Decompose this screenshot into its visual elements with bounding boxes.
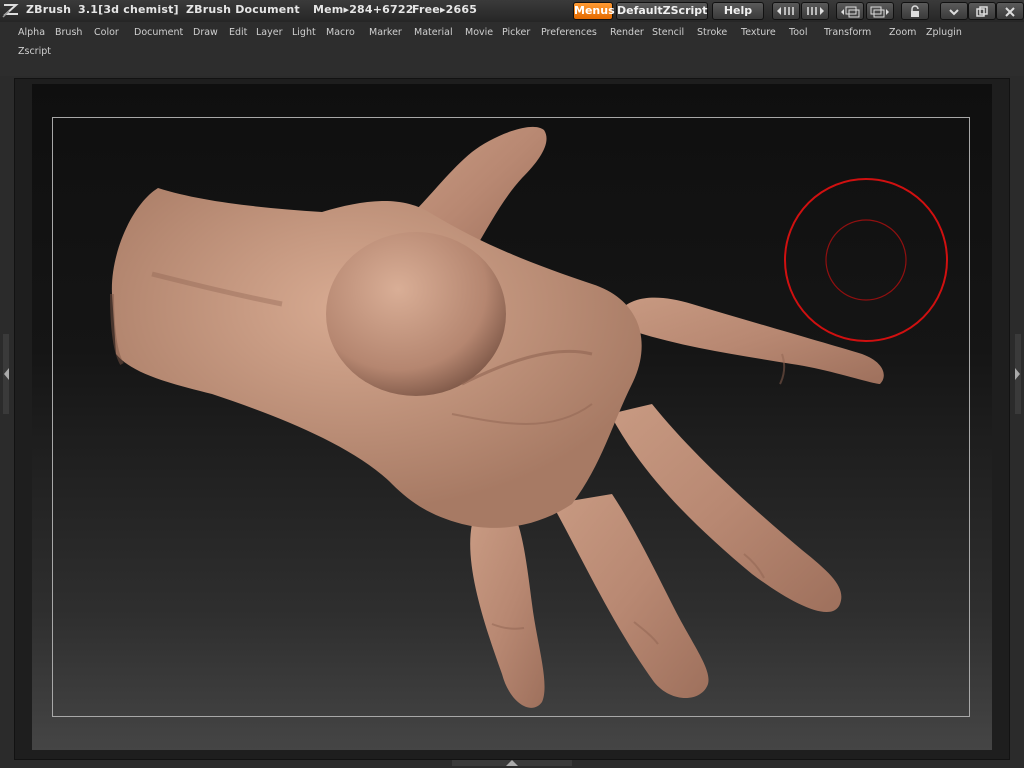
menu-texture[interactable]: Texture (741, 27, 776, 38)
scroll-left-icon[interactable] (772, 2, 800, 20)
free-memory-readout: Free▸2665 (412, 3, 478, 16)
menu-color[interactable]: Color (94, 27, 119, 38)
menu-zplugin[interactable]: Zplugin (926, 27, 962, 38)
menu-zoom[interactable]: Zoom (889, 27, 916, 38)
menu-movie[interactable]: Movie (465, 27, 493, 38)
menu-transform[interactable]: Transform (824, 27, 871, 38)
menu-material[interactable]: Material (414, 27, 453, 38)
menu-edit[interactable]: Edit (229, 27, 247, 38)
menu-stencil[interactable]: Stencil (652, 27, 684, 38)
left-tray-toggle-icon[interactable] (1, 334, 11, 414)
lock-icon[interactable] (901, 2, 929, 20)
menu-preferences[interactable]: Preferences (541, 27, 597, 38)
restore-window-icon[interactable] (968, 2, 996, 20)
scroll-right-icon[interactable] (801, 2, 829, 20)
menu-marker[interactable]: Marker (369, 27, 402, 38)
menu-document[interactable]: Document (134, 27, 183, 38)
menu-alpha[interactable]: Alpha (18, 27, 45, 38)
right-tray-toggle-icon[interactable] (1013, 334, 1023, 414)
menu-brush[interactable]: Brush (55, 27, 82, 38)
memory-readout: Mem▸284+6722 (313, 3, 414, 16)
menu-draw[interactable]: Draw (193, 27, 218, 38)
default-zscript-button[interactable]: DefaultZScript (616, 2, 708, 20)
help-button[interactable]: Help (712, 2, 764, 20)
menu-light[interactable]: Light (292, 27, 316, 38)
minimize-icon[interactable] (940, 2, 968, 20)
alternate-ui-layout-icon[interactable] (866, 2, 894, 20)
document-name: ZBrush Document (186, 3, 300, 16)
menu-render[interactable]: Render (610, 27, 644, 38)
app-version: 3.1[3d chemist] (78, 3, 179, 16)
title-bar: ZBrush 3.1[3d chemist] ZBrush Document M… (0, 0, 1024, 23)
menus-button[interactable]: Menus (573, 2, 615, 20)
bottom-tray-toggle-icon[interactable] (452, 758, 572, 768)
close-icon[interactable] (996, 2, 1024, 20)
menu-zscript[interactable]: Zscript (18, 46, 51, 57)
default-ui-layout-icon[interactable] (836, 2, 864, 20)
document-frame (52, 117, 970, 717)
zbrush-logo-icon (2, 4, 19, 18)
app-name: ZBrush (26, 3, 72, 16)
menu-stroke[interactable]: Stroke (697, 27, 727, 38)
menu-layer[interactable]: Layer (256, 27, 283, 38)
menu-picker[interactable]: Picker (502, 27, 530, 38)
menu-macro[interactable]: Macro (326, 27, 355, 38)
menu-bar: Alpha Brush Color Document Draw Edit Lay… (0, 22, 1024, 76)
menu-tool[interactable]: Tool (789, 27, 807, 38)
